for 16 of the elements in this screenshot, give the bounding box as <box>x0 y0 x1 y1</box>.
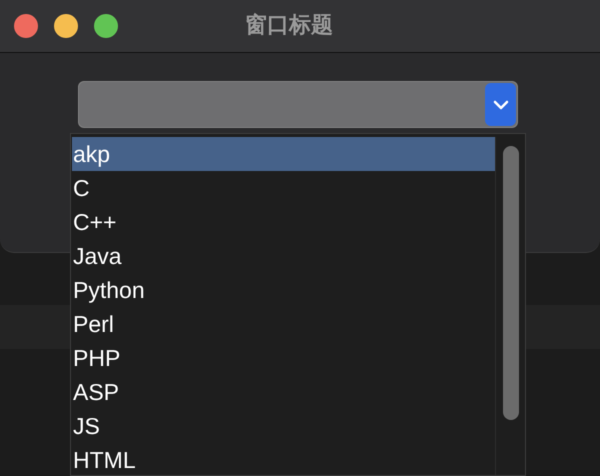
list-item[interactable]: JS <box>72 409 495 443</box>
list-item[interactable]: akp <box>72 137 495 171</box>
scrollbar-thumb[interactable] <box>502 146 518 420</box>
minimize-button[interactable] <box>54 14 78 38</box>
close-button[interactable] <box>14 14 38 38</box>
window-title: 窗口标题 <box>245 11 333 39</box>
list-item[interactable]: Python <box>72 273 495 307</box>
list-item[interactable]: PHP <box>72 341 495 375</box>
list-item[interactable]: C <box>72 171 495 205</box>
zoom-button[interactable] <box>94 14 118 38</box>
list-item[interactable]: C++ <box>72 205 495 239</box>
chevron-down-icon[interactable] <box>485 83 516 126</box>
list-item[interactable]: Java <box>72 239 495 273</box>
list-item[interactable]: Perl <box>72 307 495 341</box>
list-item[interactable]: HTML <box>72 443 495 476</box>
list-item[interactable]: ASP <box>72 375 495 409</box>
